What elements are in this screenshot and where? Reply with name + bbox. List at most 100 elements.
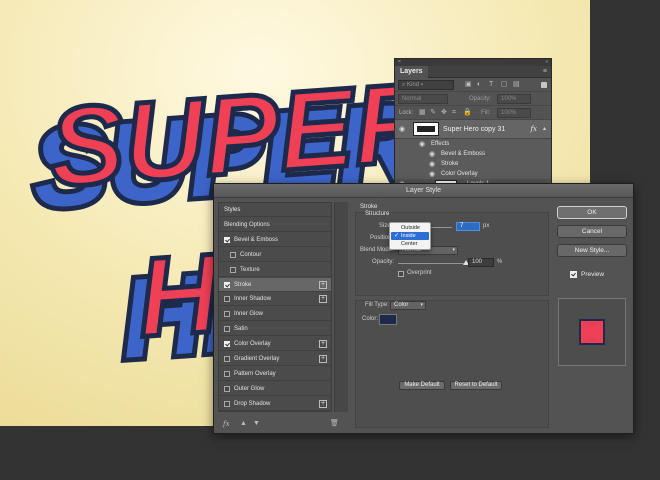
filter-toggle-icon[interactable]: [541, 82, 547, 88]
style-checkbox[interactable]: [230, 266, 236, 273]
lock-image-icon[interactable]: ✎: [430, 108, 436, 118]
effects-header[interactable]: ◉ Effects: [395, 139, 551, 149]
type-filter-icon[interactable]: T: [489, 80, 493, 90]
fx-icon[interactable]: fx: [530, 120, 537, 139]
dialog-buttons: OK Cancel New Style... Preview: [557, 202, 631, 430]
trash-icon[interactable]: 🗑: [330, 417, 339, 431]
effect-bevel-emboss[interactable]: ◉ Bevel & Emboss: [395, 149, 551, 159]
move-up-icon[interactable]: ▲: [240, 417, 247, 431]
effect-eye-icon[interactable]: ◉: [429, 151, 435, 158]
position-option-outside[interactable]: Outside: [391, 224, 429, 232]
style-label: Bevel & Emboss: [234, 236, 279, 243]
new-style-button[interactable]: New Style...: [557, 244, 627, 257]
position-option-center[interactable]: Center: [391, 240, 429, 248]
panel-menu-icon[interactable]: ≡: [543, 68, 547, 75]
dialog-title[interactable]: Layer Style: [214, 184, 633, 198]
style-checkbox[interactable]: [224, 326, 230, 333]
fill-field[interactable]: 100%: [497, 108, 531, 118]
style-item-stroke[interactable]: Stroke +: [219, 277, 331, 292]
style-label: Drop Shadow: [234, 400, 271, 407]
style-item-pattern-overlay[interactable]: Pattern Overlay: [219, 367, 331, 381]
close-icon[interactable]: ×: [398, 60, 401, 65]
style-checkbox[interactable]: [224, 296, 230, 303]
opacity-slider-track[interactable]: [398, 263, 466, 264]
structure-title: Structure: [365, 211, 390, 217]
add-style-icon[interactable]: +: [319, 399, 327, 408]
make-default-button[interactable]: Make Default: [399, 381, 445, 390]
adjustment-filter-icon[interactable]: ◐: [477, 80, 481, 90]
style-checkbox[interactable]: [224, 311, 230, 318]
layer-name[interactable]: Super Hero copy 31: [443, 120, 505, 139]
style-item-blending-options[interactable]: Blending Options: [219, 218, 331, 232]
fill-type-select[interactable]: Color ▾: [390, 301, 426, 310]
lock-position-icon[interactable]: ✥: [441, 108, 447, 118]
opacity-label: Opacity:: [469, 96, 492, 102]
reset-default-button[interactable]: Reset to Default: [450, 381, 502, 390]
lock-transparent-icon[interactable]: ▦: [419, 108, 426, 118]
style-item-inner-shadow[interactable]: Inner Shadow +: [219, 292, 331, 307]
chevron-up-icon[interactable]: ▴: [543, 120, 546, 139]
style-item-styles[interactable]: Styles: [219, 203, 331, 217]
add-style-icon[interactable]: +: [319, 295, 327, 304]
ok-button[interactable]: OK: [557, 206, 627, 219]
preview-swatch: [579, 319, 605, 345]
style-checkbox[interactable]: [224, 341, 230, 348]
lock-label: Lock:: [399, 110, 414, 116]
opacity-field[interactable]: 100%: [497, 94, 531, 104]
collapse-icon[interactable]: »: [545, 60, 548, 65]
filter-kind-select[interactable]: ⌕ Kind ▾: [398, 80, 454, 90]
position-dropdown-menu[interactable]: Outside ✓ Inside Center: [389, 222, 431, 250]
effect-eye-icon[interactable]: ◉: [429, 171, 435, 178]
visibility-eye-icon[interactable]: ◉: [399, 126, 405, 133]
effects-label: Effects: [431, 141, 450, 147]
add-style-icon[interactable]: +: [319, 280, 327, 289]
style-item-texture[interactable]: Texture: [219, 263, 331, 277]
stroke-color-swatch[interactable]: [379, 314, 397, 325]
style-checkbox[interactable]: [224, 281, 230, 288]
pixel-filter-icon[interactable]: ▣: [465, 80, 472, 90]
layers-panel-titlebar[interactable]: × »: [395, 59, 551, 66]
layer-thumbnail: [413, 122, 439, 136]
style-checkbox[interactable]: [224, 370, 230, 377]
add-style-icon[interactable]: +: [319, 340, 327, 349]
overprint-label: Overprint: [407, 270, 432, 276]
style-item-drop-shadow[interactable]: Drop Shadow +: [219, 397, 331, 411]
style-checkbox[interactable]: [224, 385, 230, 392]
style-item-satin[interactable]: Satin: [219, 322, 331, 337]
effect-eye-icon[interactable]: ◉: [429, 161, 435, 168]
shape-filter-icon[interactable]: ▢: [501, 80, 508, 90]
lock-artboard-icon[interactable]: ⌗: [452, 108, 456, 118]
style-item-gradient-overlay[interactable]: Gradient Overlay +: [219, 352, 331, 366]
blend-mode-select[interactable]: Normal: [398, 94, 448, 104]
position-option-inside[interactable]: ✓ Inside: [391, 232, 429, 240]
style-item-bevel-emboss[interactable]: Bevel & Emboss: [219, 233, 331, 247]
effects-eye-icon[interactable]: ◉: [419, 141, 425, 148]
style-item-color-overlay[interactable]: Color Overlay +: [219, 337, 331, 352]
effect-stroke[interactable]: ◉ Stroke: [395, 159, 551, 169]
style-item-outer-glow[interactable]: Outer Glow: [219, 382, 331, 396]
layer-row-super-hero[interactable]: ◉ Super Hero copy 31 fx ▴: [395, 120, 551, 139]
layers-tabbar: Layers ≡: [395, 66, 551, 78]
fx-icon[interactable]: fx: [223, 417, 230, 431]
move-down-icon[interactable]: ▼: [253, 417, 260, 431]
filter-row: ⌕ Kind ▾ ▣ ◐ T ▢ ▤: [395, 78, 551, 92]
style-checkbox[interactable]: [224, 356, 230, 362]
opacity-unit: %: [497, 259, 503, 265]
tab-layers[interactable]: Layers: [395, 66, 428, 78]
style-item-contour[interactable]: Contour: [219, 248, 331, 262]
stroke-opacity-field[interactable]: 100: [468, 258, 494, 267]
style-checkbox[interactable]: [230, 251, 236, 258]
styles-list-scrollbar[interactable]: [334, 202, 348, 412]
style-checkbox[interactable]: [224, 400, 230, 407]
style-item-inner-glow[interactable]: Inner Glow: [219, 307, 331, 322]
effect-color-overlay[interactable]: ◉ Color Overlay: [395, 169, 551, 179]
fill-label: Fill:: [481, 110, 491, 116]
size-field[interactable]: 7: [456, 222, 480, 231]
overprint-checkbox[interactable]: [398, 271, 404, 277]
preview-checkbox[interactable]: [570, 271, 577, 278]
smart-object-filter-icon[interactable]: ▤: [513, 80, 520, 90]
add-style-icon[interactable]: +: [319, 355, 327, 363]
cancel-button[interactable]: Cancel: [557, 225, 627, 238]
style-checkbox[interactable]: [224, 236, 230, 243]
lock-all-icon[interactable]: 🔒: [463, 108, 472, 118]
